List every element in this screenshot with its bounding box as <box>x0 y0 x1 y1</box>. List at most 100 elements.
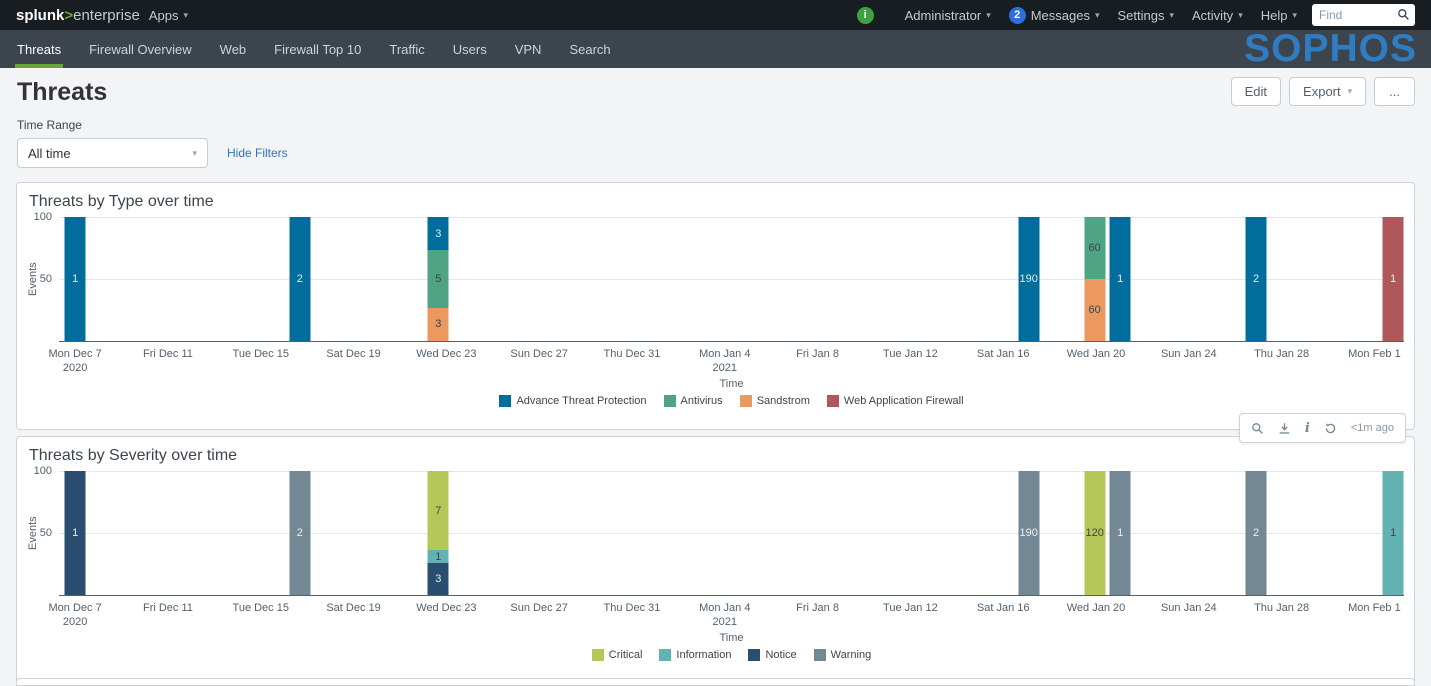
bar-thu-jan-28[interactable]: 2 <box>1245 217 1267 341</box>
x-tick-label: Tue Dec 15 <box>232 602 289 614</box>
legend-label: Notice <box>765 649 797 661</box>
bar-wed-jan-20[interactable]: 120 <box>1084 471 1106 595</box>
x-axis-label: Time <box>719 632 744 644</box>
bar-segment-web-application-firewall[interactable]: 1 <box>1382 217 1404 341</box>
tab-firewall-overview[interactable]: Firewall Overview <box>89 30 192 68</box>
bar-value-label: 1 <box>1117 527 1124 539</box>
bar-dec-16[interactable]: 2 <box>289 217 311 341</box>
download-icon[interactable] <box>1278 422 1291 435</box>
messages-menu[interactable]: 2 Messages ▾ <box>1000 0 1109 30</box>
bar-sat-jan-16[interactable]: 190 <box>1018 217 1040 341</box>
bar-segment-advance-threat-protection[interactable]: 1 <box>1109 217 1131 341</box>
apps-menu[interactable]: Apps ▾ <box>140 0 197 30</box>
bar-mon-feb-1[interactable]: 1 <box>1382 217 1404 341</box>
x-tick-label: Mon Jan 4 2021 <box>699 602 751 628</box>
x-tick-label: Fri Dec 11 <box>142 602 193 614</box>
chart-legend: Critical Information Notice Warning <box>59 649 1404 661</box>
bar-value-label: 5 <box>435 272 442 285</box>
edit-button[interactable]: Edit <box>1230 77 1282 106</box>
bar-wed-jan-20[interactable]: 60 60 <box>1084 217 1106 341</box>
bar-segment-notice[interactable]: 3 <box>427 562 449 595</box>
threats-by-severity-chart: Events 100 50 1 2 7 1 3 190 120 1 2 1 Mon Dec 7 2020 Fr… <box>17 465 1414 661</box>
legend-item-information[interactable]: Information <box>659 649 731 661</box>
bar-segment-sandstrom[interactable]: 60 <box>1084 279 1106 341</box>
tab-search[interactable]: Search <box>569 30 610 68</box>
bar-segment-antivirus[interactable]: 5 <box>427 250 449 308</box>
bar-segment-sandstrom[interactable]: 3 <box>427 307 449 341</box>
activity-menu[interactable]: Activity ▾ <box>1183 0 1252 30</box>
bar-segment-critical[interactable]: 120 <box>1084 471 1106 595</box>
panel-title-threats-by-type: Threats by Type over time <box>29 193 214 210</box>
legend-item-web-application-firewall[interactable]: Web Application Firewall <box>826 395 964 407</box>
plot-area: 100 50 1 2 3 5 3 190 60 60 1 2 1 <box>34 211 1404 342</box>
settings-menu[interactable]: Settings ▾ <box>1109 0 1184 30</box>
bar-segment-warning[interactable]: 2 <box>1245 471 1267 595</box>
help-menu[interactable]: Help ▾ <box>1252 0 1306 30</box>
tab-firewall-top-10[interactable]: Firewall Top 10 <box>274 30 361 68</box>
bar-segment-warning[interactable]: 1 <box>1109 471 1131 595</box>
x-tick-label: Mon Feb 1 <box>1348 348 1401 360</box>
info-circle-icon[interactable]: i <box>856 6 874 24</box>
bar-dec-16[interactable]: 2 <box>289 471 311 595</box>
open-in-search-icon[interactable] <box>1251 422 1264 435</box>
bar-segment-warning[interactable]: 190 <box>1018 471 1040 595</box>
bar-segment-warning[interactable]: 2 <box>289 471 311 595</box>
bar-mon-dec-7[interactable]: 1 <box>64 471 86 595</box>
bar-segment-notice[interactable]: 1 <box>64 471 86 595</box>
bar-segment-advance-threat-protection[interactable]: 1 <box>64 217 86 341</box>
chart-legend: Advance Threat Protection Antivirus Sandst… <box>59 395 1404 407</box>
gridline <box>59 217 1404 218</box>
tab-web[interactable]: Web <box>220 30 247 68</box>
panel-hover-toolbar: i <1m ago <box>1238 413 1406 443</box>
legend-item-antivirus[interactable]: Antivirus <box>663 395 723 407</box>
x-tick-label: Fri Jan 8 <box>796 602 839 614</box>
dashboard-actions: Edit Export ▾ ... <box>1230 77 1415 106</box>
legend-item-sandstrom[interactable]: Sandstrom <box>739 395 810 407</box>
bar-segment-information[interactable]: 1 <box>427 550 449 563</box>
bar-segment-critical[interactable]: 7 <box>427 471 449 551</box>
bar-jan-21[interactable]: 1 <box>1109 471 1131 595</box>
tab-users[interactable]: Users <box>453 30 487 68</box>
legend-item-warning[interactable]: Warning <box>813 649 872 661</box>
tab-vpn[interactable]: VPN <box>515 30 542 68</box>
tab-traffic[interactable]: Traffic <box>389 30 424 68</box>
x-axis-ticks: Mon Dec 7 2020 Fri Dec 11 Tue Dec 15 Sat Dec… <box>49 342 1404 378</box>
time-range-dropdown[interactable]: All time ▾ <box>17 138 208 168</box>
bar-wed-dec-23[interactable]: 7 1 3 <box>427 471 449 595</box>
bar-segment-antivirus[interactable]: 60 <box>1084 217 1106 279</box>
legend-swatch <box>499 395 512 407</box>
bar-segment-information[interactable]: 1 <box>1382 471 1404 595</box>
legend-item-critical[interactable]: Critical <box>591 649 643 661</box>
legend-label: Web Application Firewall <box>843 395 964 407</box>
export-button[interactable]: Export ▾ <box>1289 77 1367 106</box>
legend-label: Warning <box>830 649 872 661</box>
legend-item-notice[interactable]: Notice <box>748 649 797 661</box>
bar-wed-dec-23[interactable]: 3 5 3 <box>427 217 449 341</box>
x-tick-label: Tue Jan 12 <box>883 602 938 614</box>
splunk-logo-product: enterprise <box>73 6 140 24</box>
more-actions-button[interactable]: ... <box>1374 77 1415 106</box>
bar-mon-dec-7[interactable]: 1 <box>64 217 86 341</box>
legend-label: Critical <box>608 649 643 661</box>
administrator-menu[interactable]: Administrator ▾ <box>896 0 1000 30</box>
info-icon[interactable]: i <box>1305 421 1310 436</box>
chevron-down-icon: ▾ <box>192 147 197 158</box>
bar-segment-advance-threat-protection[interactable]: 2 <box>1245 217 1267 341</box>
bar-jan-21[interactable]: 1 <box>1109 217 1131 341</box>
bar-segment-advance-threat-protection[interactable]: 2 <box>289 217 311 341</box>
bar-segment-advance-threat-protection[interactable]: 190 <box>1018 217 1040 341</box>
search-icon[interactable] <box>1397 8 1410 21</box>
tab-threats[interactable]: Threats <box>14 30 64 68</box>
legend-item-advance-threat-protection[interactable]: Advance Threat Protection <box>499 395 647 407</box>
hide-filters-link[interactable]: Hide Filters <box>227 146 288 160</box>
panel-threats-by-type: Threats by Type over time Events 100 50 1 2 3… <box>16 182 1415 430</box>
bar-sat-jan-16[interactable]: 190 <box>1018 471 1040 595</box>
bar-segment-advance-threat-protection[interactable]: 3 <box>427 217 449 251</box>
splunk-logo-gt: > <box>64 6 74 24</box>
bar-thu-jan-28[interactable]: 2 <box>1245 471 1267 595</box>
bar-mon-feb-1[interactable]: 1 <box>1382 471 1404 595</box>
topbar-right: i Administrator ▾ 2 Messages ▾ Settings … <box>856 0 1423 30</box>
x-tick-label: Fri Dec 11 <box>142 348 193 360</box>
splunk-logo[interactable]: splunk>enterprise <box>16 7 140 24</box>
refresh-icon[interactable] <box>1324 422 1337 435</box>
